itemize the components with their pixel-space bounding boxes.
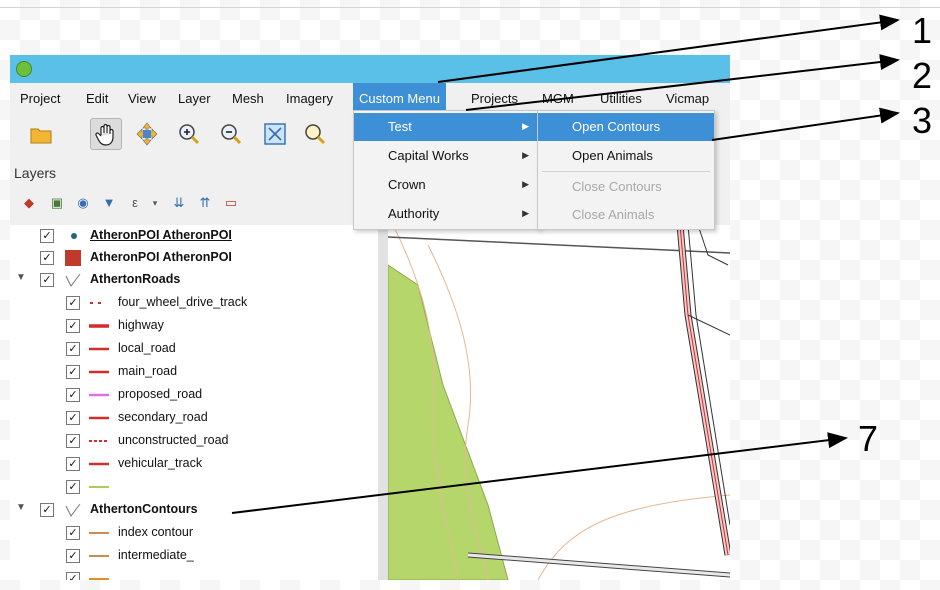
annotation-arrows [231,14,900,514]
callout-number-3: 3 [912,100,933,141]
callout-number-2: 2 [912,55,933,96]
callout-number-1: 1 [912,10,933,51]
callout-number-7: 7 [858,418,879,459]
callout-arrow-1 [437,14,900,83]
callout-arrow-2 [465,54,900,111]
callout-arrow-7 [231,432,848,514]
callout-arrow-3 [711,107,900,141]
